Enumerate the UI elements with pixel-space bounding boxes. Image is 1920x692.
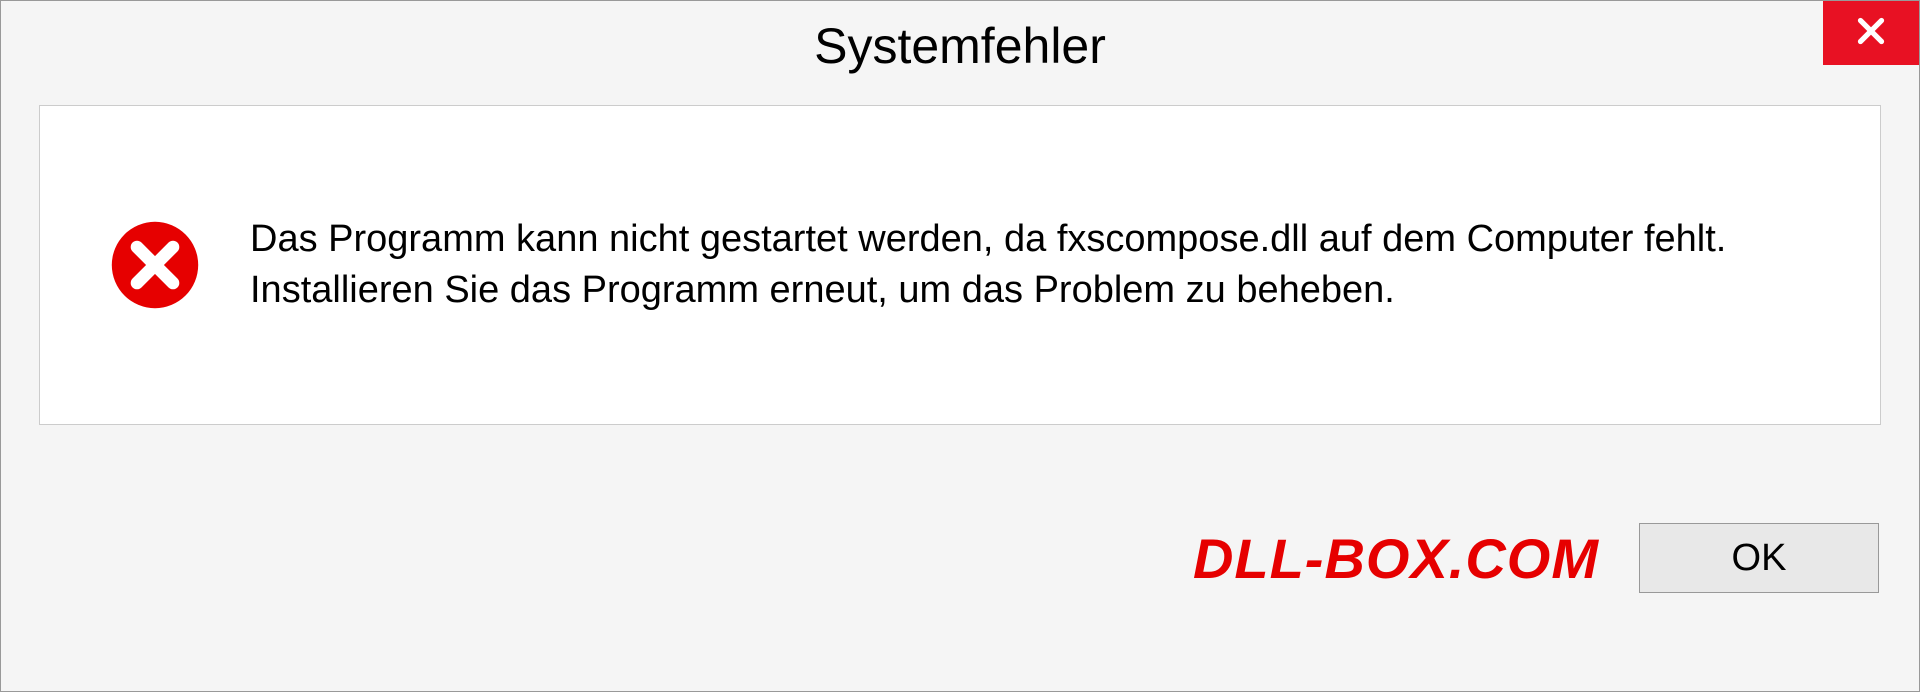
watermark-text: DLL-BOX.COM xyxy=(41,526,1599,591)
error-message: Das Programm kann nicht gestartet werden… xyxy=(250,214,1820,317)
close-button[interactable] xyxy=(1823,1,1919,65)
ok-button[interactable]: OK xyxy=(1639,523,1879,593)
error-icon xyxy=(110,220,200,310)
content-area: Das Programm kann nicht gestartet werden… xyxy=(39,105,1881,425)
error-dialog: Systemfehler Das Programm kann nicht ges… xyxy=(0,0,1920,692)
close-icon xyxy=(1853,13,1889,54)
dialog-footer: DLL-BOX.COM OK xyxy=(1,425,1919,691)
titlebar: Systemfehler xyxy=(1,1,1919,91)
dialog-title: Systemfehler xyxy=(814,17,1106,75)
